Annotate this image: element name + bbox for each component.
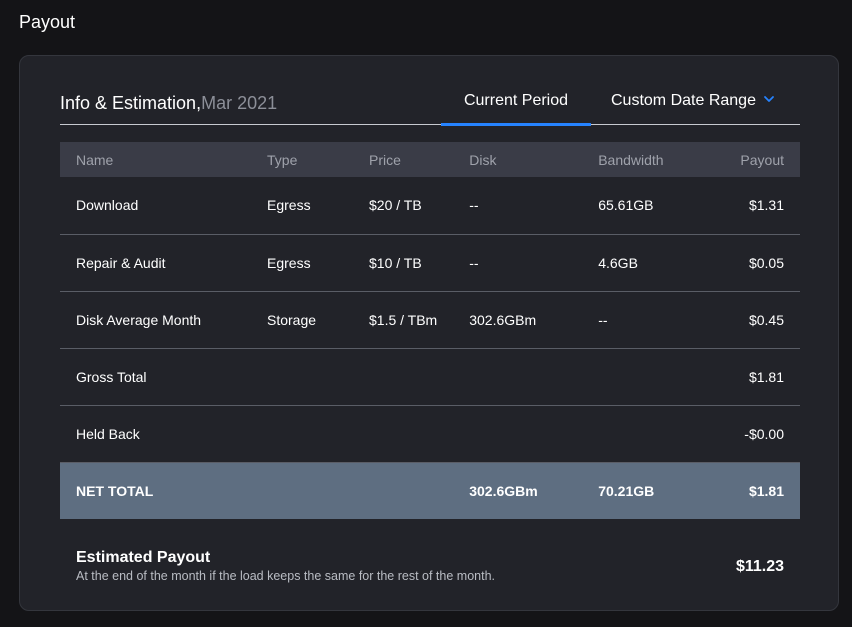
row-bandwidth: 65.61GB xyxy=(598,197,654,214)
row-name: Repair & Audit xyxy=(76,254,166,271)
heading-label: Info & Estimation, xyxy=(60,93,202,113)
column-header-payout: Payout xyxy=(740,151,784,168)
card-header: Info & Estimation,Mar 2021 Current Perio… xyxy=(60,76,800,126)
row-price: $20 / TB xyxy=(369,197,422,214)
held-back-row: Held Back -$0.00 xyxy=(60,405,800,462)
payout-card: Info & Estimation,Mar 2021 Current Perio… xyxy=(19,55,839,611)
row-payout: $1.31 xyxy=(748,197,784,214)
table-row: Repair & Audit Egress $10 / TB -- 4.6GB … xyxy=(60,234,800,291)
row-price: $10 / TB xyxy=(369,254,422,271)
row-type: Egress xyxy=(267,254,311,271)
estimated-payout-description: At the end of the month if the load keep… xyxy=(76,569,496,583)
row-price: $1.5 / TBm xyxy=(369,311,438,328)
row-disk: 302.6GBm xyxy=(469,311,537,328)
table-header-row: Name Type Price Disk Bandwidth Payout xyxy=(60,142,800,177)
gross-total-label: Gross Total xyxy=(76,368,147,385)
tab-current-period-label: Current Period xyxy=(463,92,569,109)
tab-custom-date-range-label: Custom Date Range xyxy=(611,92,756,109)
tab-current-period[interactable]: Current Period xyxy=(441,92,591,110)
held-back-value: -$0.00 xyxy=(744,425,784,442)
active-tab-indicator xyxy=(441,123,591,126)
row-name: Disk Average Month xyxy=(76,311,202,328)
section-heading: Info & Estimation,Mar 2021 xyxy=(60,93,277,114)
net-total-bandwidth: 70.21GB xyxy=(598,482,655,499)
row-payout: $0.05 xyxy=(748,254,784,271)
net-total-row: NET TOTAL 302.6GBm 70.21GB $1.81 xyxy=(60,462,800,519)
column-header-price: Price xyxy=(369,151,401,168)
chevron-down-icon xyxy=(764,96,774,102)
column-header-type: Type xyxy=(267,151,298,168)
net-total-payout: $1.81 xyxy=(748,482,784,499)
column-header-bandwidth: Bandwidth xyxy=(598,151,664,168)
row-type: Storage xyxy=(267,311,317,328)
estimated-payout-value: $11.23 xyxy=(735,558,784,575)
row-payout: $0.45 xyxy=(748,311,784,328)
row-bandwidth: 4.6GB xyxy=(598,254,638,271)
table-row: Download Egress $20 / TB -- 65.61GB $1.3… xyxy=(60,177,800,234)
net-total-disk: 302.6GBm xyxy=(469,482,538,499)
estimated-payout-title: Estimated Payout xyxy=(76,549,211,566)
page-title: Payout xyxy=(19,12,76,32)
gross-total-value: $1.81 xyxy=(748,368,784,385)
row-type: Egress xyxy=(267,197,311,214)
row-disk: -- xyxy=(469,197,479,214)
tab-custom-date-range[interactable]: Custom Date Range xyxy=(611,92,776,110)
table-row: Disk Average Month Storage $1.5 / TBm 30… xyxy=(60,291,800,348)
row-bandwidth: -- xyxy=(598,311,608,328)
payout-table: Name Type Price Disk Bandwidth Payout Do… xyxy=(60,142,800,519)
held-back-label: Held Back xyxy=(76,425,140,442)
gross-total-row: Gross Total $1.81 xyxy=(60,348,800,405)
row-name: Download xyxy=(76,197,139,214)
row-disk: -- xyxy=(469,254,479,271)
net-total-label: NET TOTAL xyxy=(76,482,154,499)
column-header-name: Name xyxy=(76,151,114,168)
estimated-payout: Estimated Payout At the end of the month… xyxy=(76,549,784,583)
column-header-disk: Disk xyxy=(469,151,497,168)
heading-period: Mar 2021 xyxy=(201,93,278,113)
